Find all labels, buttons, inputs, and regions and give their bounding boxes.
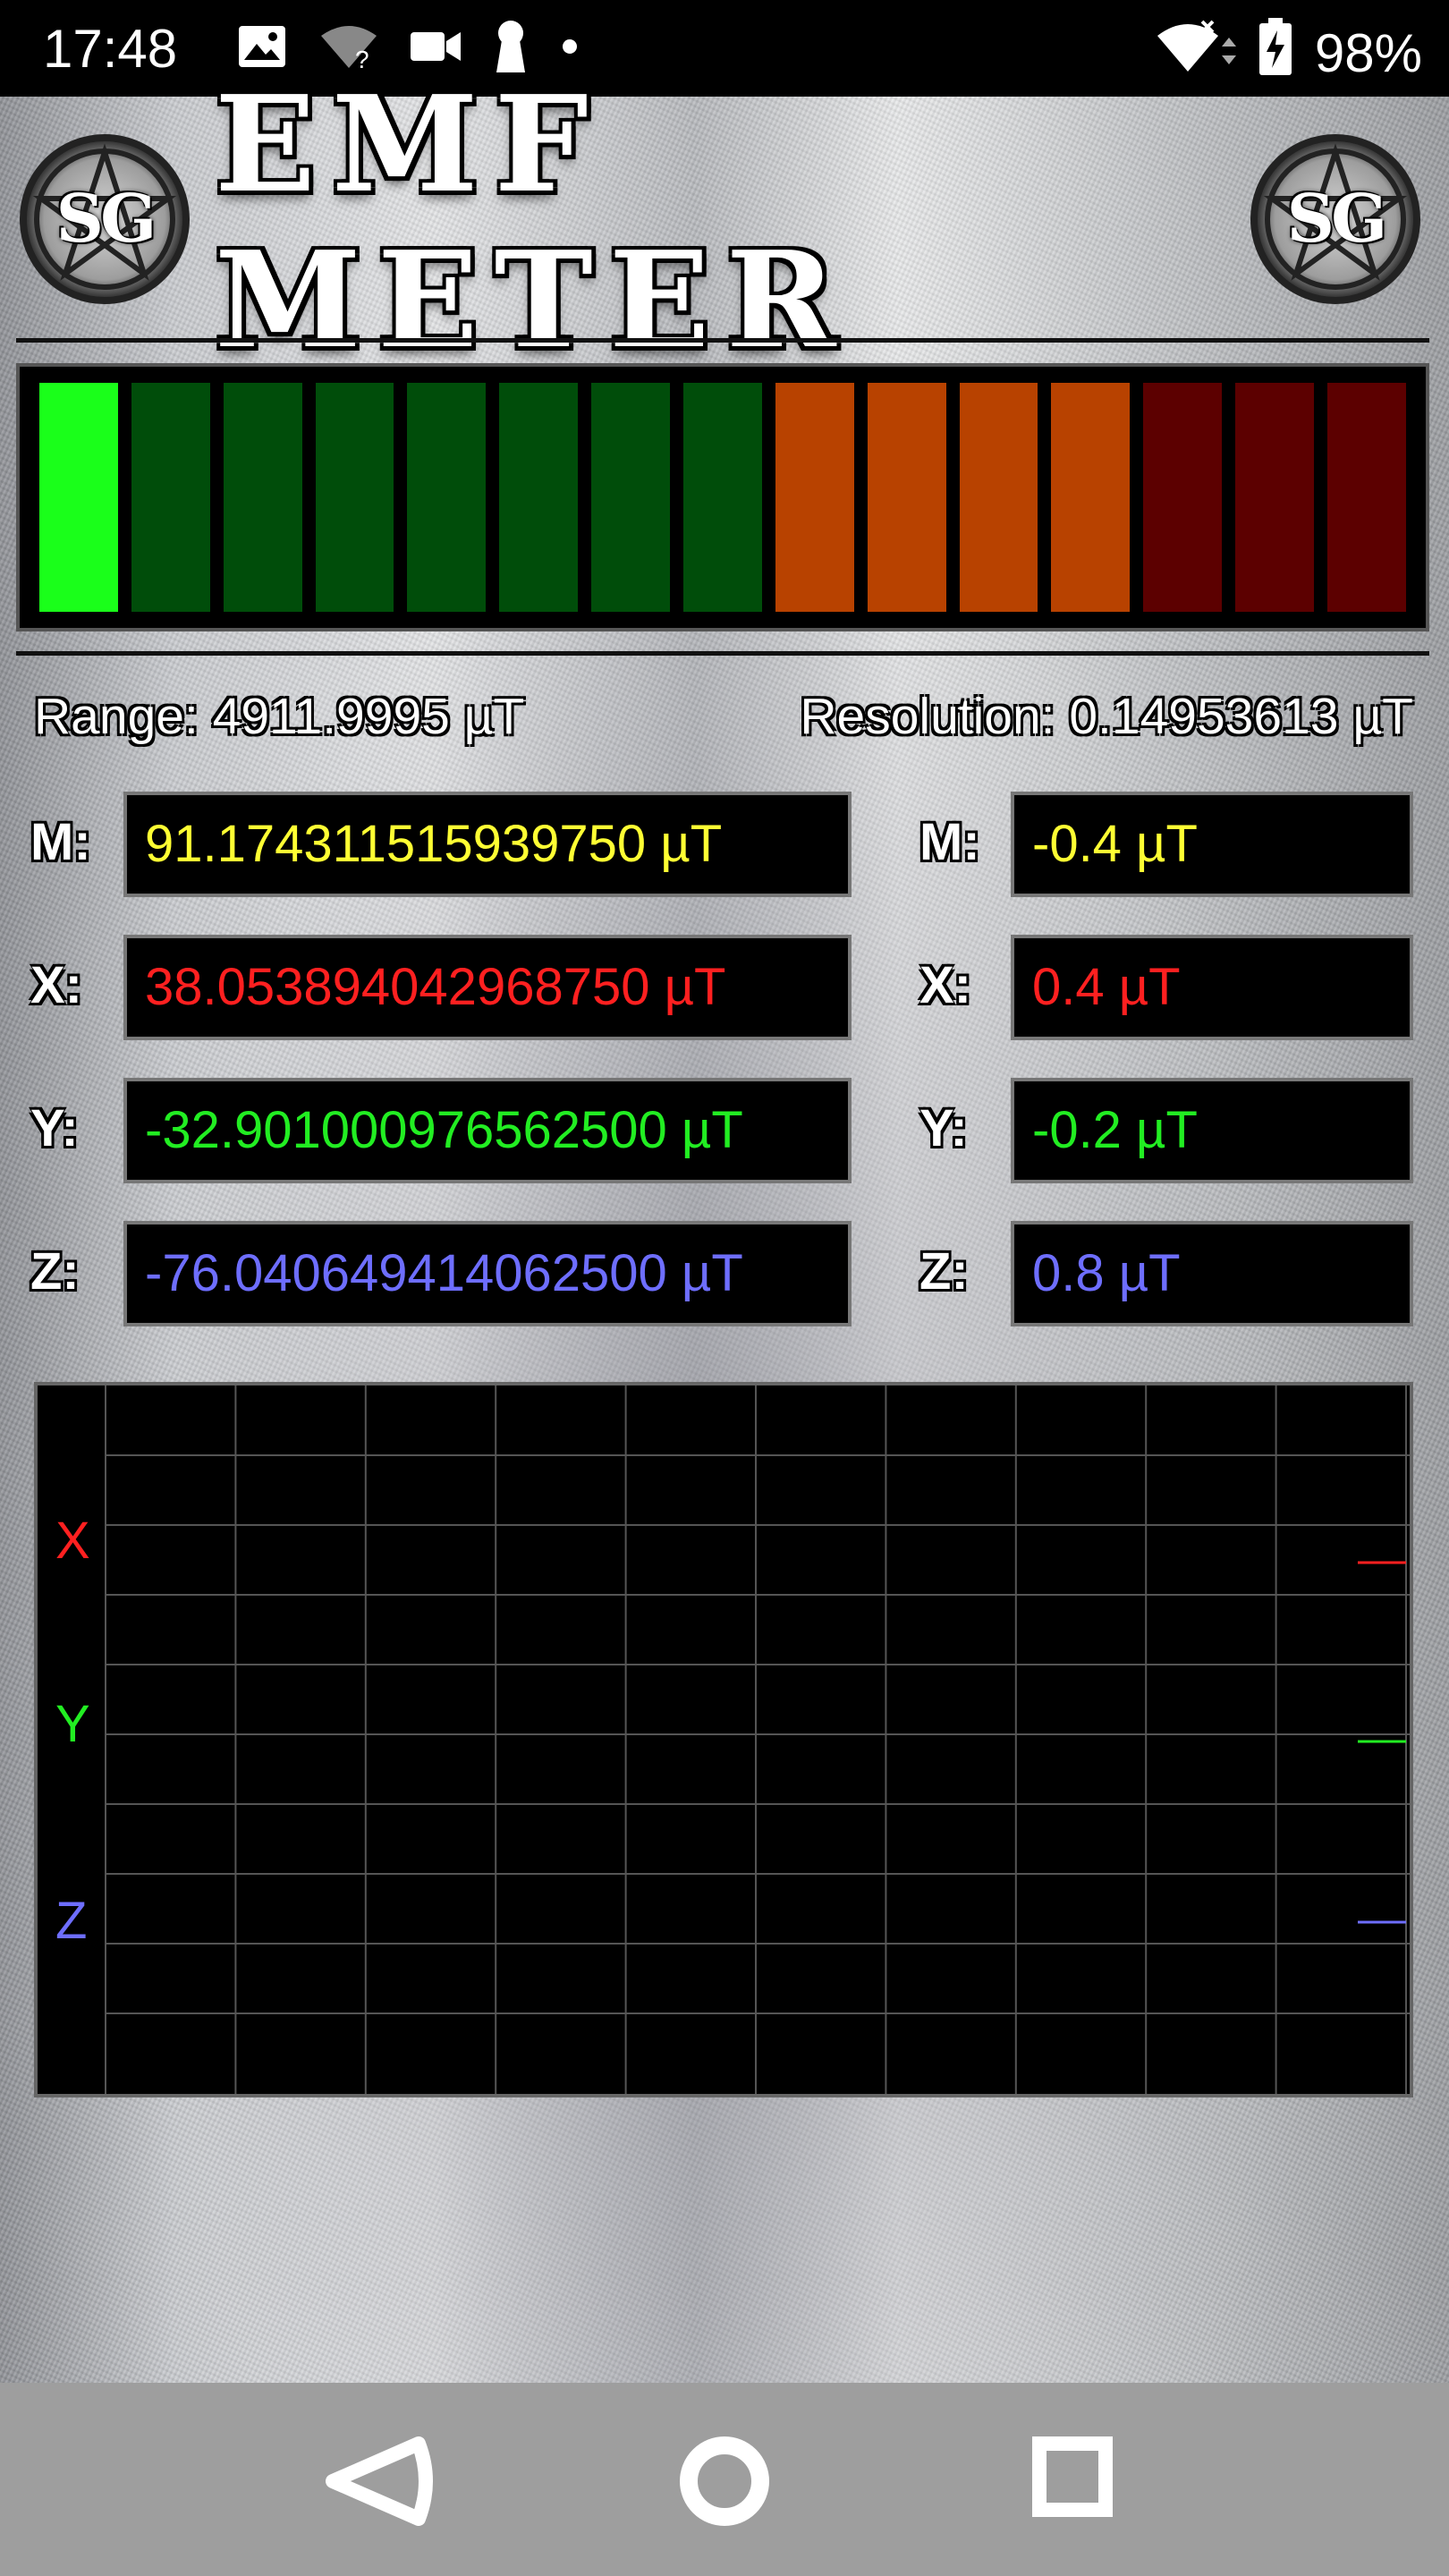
battery-percent: 98% [1314, 22, 1422, 83]
right-reading-value: -0.2 µT [1011, 1078, 1413, 1183]
video-camera-icon [411, 29, 461, 69]
meter-segment [315, 383, 394, 612]
graph-grid [105, 1385, 1410, 2094]
left-reading-value: 38.053894042968750 µT [123, 935, 852, 1040]
meter-segment [499, 383, 579, 612]
left-reading-value: 91.174311515939750 µT [123, 792, 852, 897]
meter-segment [223, 383, 302, 612]
meter-segment [407, 383, 487, 612]
meter-segment [867, 383, 946, 612]
app-content: SG EMF METER SG Range: 4911.9995 µT Reso… [0, 66, 1449, 2383]
left-reading-value: -76.040649414062500 µT [123, 1221, 852, 1326]
meter-segment [131, 383, 210, 612]
app-title: EMF METER [215, 66, 852, 377]
back-icon[interactable] [320, 2436, 436, 2530]
axis-graph: X Y Z [34, 1382, 1413, 2097]
meter-segment [591, 383, 671, 612]
recents-icon[interactable] [1032, 2436, 1113, 2521]
battery-charging-icon [1258, 18, 1292, 88]
right-reading-label: X: [919, 956, 971, 1014]
navigation-bar [0, 2383, 1449, 2576]
logo-right-text: SG [1286, 181, 1388, 258]
meter-segment [1051, 383, 1131, 612]
left-reading-label: Z: [30, 1242, 80, 1301]
graph-label-x: X [55, 1512, 90, 1570]
right-reading-label: Y: [919, 1099, 968, 1157]
logo-right: SG [1250, 134, 1420, 304]
divider-bottom [16, 651, 1429, 656]
right-reading-label: Z: [919, 1242, 969, 1301]
right-reading-value: 0.4 µT [1011, 935, 1413, 1040]
graph-label-y: Y [55, 1695, 90, 1753]
range-label: Range: 4911.9995 µT [34, 688, 525, 745]
right-reading-label: M: [919, 813, 980, 871]
graph-label-z: Z [55, 1892, 88, 1950]
divider-top [16, 338, 1429, 343]
resolution-label: Resolution: 0.14953613 µT [800, 688, 1413, 745]
emf-level-meter [16, 363, 1429, 631]
meter-segment [1327, 383, 1406, 612]
meter-segment [39, 383, 118, 612]
logo-left-text: SG [55, 181, 157, 258]
meter-segment [959, 383, 1038, 612]
dot-icon [561, 38, 579, 60]
status-time: 17:48 [43, 19, 178, 79]
left-reading-label: M: [30, 813, 91, 871]
home-icon[interactable] [680, 2436, 769, 2530]
logo-left: SG [20, 134, 190, 304]
meter-segment [1143, 383, 1223, 612]
right-reading-value: 0.8 µT [1011, 1221, 1413, 1326]
left-reading-label: X: [30, 956, 82, 1014]
meter-segment [1235, 383, 1315, 612]
left-reading-label: Y: [30, 1099, 79, 1157]
right-reading-value: -0.4 µT [1011, 792, 1413, 897]
meter-segment [775, 383, 854, 612]
meter-segment [683, 383, 762, 612]
left-reading-value: -32.901000976562500 µT [123, 1078, 852, 1183]
